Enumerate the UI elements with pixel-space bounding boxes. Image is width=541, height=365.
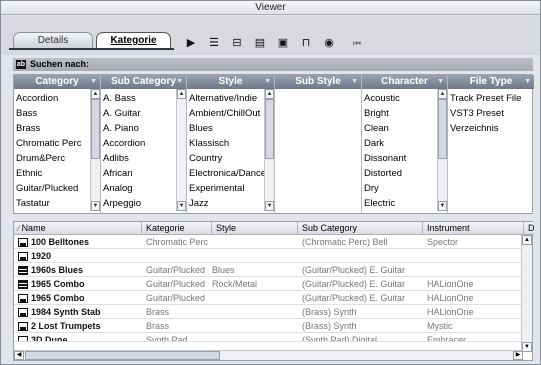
- filter-list-filetype: Track Preset File VST3 Preset Verzeichni…: [448, 91, 524, 136]
- list-item[interactable]: Dissonant: [362, 151, 437, 166]
- column-header-subcategory[interactable]: Sub Category: [298, 222, 423, 235]
- list-item[interactable]: Electronica/Dance: [187, 166, 264, 181]
- play-icon[interactable]: ▶: [183, 36, 199, 50]
- scrollbar[interactable]: ▲ ▼: [264, 89, 274, 211]
- filter-header-substyle[interactable]: Sub Style ▼: [275, 75, 361, 89]
- list-item[interactable]: Verzeichnis: [448, 121, 524, 136]
- list-item[interactable]: Bass: [14, 106, 90, 121]
- list-item[interactable]: Drum&Perc: [14, 151, 90, 166]
- bracket-icon[interactable]: ⊟: [229, 36, 245, 50]
- search-bar[interactable]: ab Suchen nach:: [13, 58, 533, 71]
- toolbar: Details Kategorie ▶ ☰ ⊟ ▤ ▣ ⊓ ◉ ⏮: [1, 16, 540, 55]
- results-vertical-scrollbar[interactable]: ▲ ▼: [521, 235, 532, 352]
- list-item[interactable]: Bright: [362, 106, 437, 121]
- filter-list-category: Accordion Bass Brass Chromatic Perc Drum…: [14, 91, 90, 211]
- tab-kategorie[interactable]: Kategorie: [96, 32, 171, 48]
- synth-icon[interactable]: ▣: [275, 36, 291, 50]
- scrollbar[interactable]: ▲ ▼: [90, 89, 100, 211]
- list-item[interactable]: Brass: [14, 121, 90, 136]
- list-item[interactable]: A. Guitar: [101, 106, 176, 121]
- search-mode-icon[interactable]: ab: [16, 60, 26, 70]
- list-item[interactable]: A. Piano: [101, 121, 176, 136]
- list-item[interactable]: Guitar/Plucked: [14, 181, 90, 196]
- list-item[interactable]: Ambient/ChillOut: [187, 106, 264, 121]
- list-item[interactable]: Arpeggio: [101, 196, 176, 211]
- media-icon[interactable]: ◉: [321, 36, 337, 50]
- list-item[interactable]: Accordion: [101, 136, 176, 151]
- filter-icon[interactable]: ☰: [206, 36, 222, 50]
- column-header-category[interactable]: Kategorie: [142, 222, 212, 235]
- filter-column-substyle: Sub Style ▼: [275, 75, 362, 213]
- list-item[interactable]: Ethnic: [14, 166, 90, 181]
- list-item[interactable]: Clean: [362, 121, 437, 136]
- filter-header-character[interactable]: Character ▼: [362, 75, 447, 89]
- column-header-d[interactable]: D: [524, 222, 534, 235]
- filter-column-style: Style ▼ Alternative/Indie Ambient/ChillOu…: [187, 75, 275, 213]
- table-row[interactable]: 1965 Combo Guitar/Plucked Rock/Metal (Gu…: [14, 278, 522, 291]
- column-header-instrument[interactable]: Instrument: [423, 222, 524, 235]
- table-row[interactable]: 1920: [14, 250, 522, 263]
- table-row[interactable]: 1965 Combo Guitar/Plucked (Guitar/Plucke…: [14, 292, 522, 305]
- filter-panel: Category ▼ Accordion Bass Brass Chromatic…: [13, 74, 534, 214]
- column-header-style[interactable]: Style: [212, 222, 298, 235]
- tab-underline: [9, 48, 174, 50]
- list-item[interactable]: Electric: [362, 196, 437, 211]
- list-icon[interactable]: ▤: [252, 36, 268, 50]
- list-item[interactable]: Tastatur: [14, 196, 90, 211]
- window-title: Viewer: [1, 1, 540, 15]
- table-header: ⁄ Name Kategorie Style Sub Category Inst…: [14, 222, 534, 235]
- filter-header-style[interactable]: Style ▼: [187, 75, 274, 89]
- list-item[interactable]: Chromatic Perc: [14, 136, 90, 151]
- column-header-name[interactable]: ⁄ Name: [14, 222, 142, 235]
- scrollbar[interactable]: ▲ ▼: [176, 89, 186, 211]
- filter-column-subcategory: Sub Category ▼ A. Bass A. Guitar A. Piano…: [101, 75, 187, 213]
- list-item[interactable]: A. Bass: [101, 91, 176, 106]
- filter-list-subcategory: A. Bass A. Guitar A. Piano Accordion Adl…: [101, 91, 176, 211]
- table-row[interactable]: 2 Lost Trumpets Brass (Brass) Synth Myst…: [14, 320, 522, 333]
- list-item[interactable]: Dark: [362, 136, 437, 151]
- scrollbar[interactable]: ▲ ▼: [437, 89, 447, 211]
- results-horizontal-scrollbar[interactable]: ◀ ▶: [14, 350, 523, 360]
- rewind-icon[interactable]: ⏮: [349, 36, 365, 50]
- search-label: Suchen nach:: [30, 59, 90, 69]
- tab-details[interactable]: Details: [13, 32, 93, 48]
- list-item[interactable]: Dry: [362, 181, 437, 196]
- list-item[interactable]: African: [101, 166, 176, 181]
- list-item[interactable]: Jazz: [187, 196, 264, 211]
- table-row[interactable]: 3D Dune Synth Pad (Synth Pad) Digital Em…: [14, 334, 522, 342]
- table-row[interactable]: 1960s Blues Guitar/Plucked Blues (Guitar…: [14, 264, 522, 277]
- list-item[interactable]: Distorted: [362, 166, 437, 181]
- list-item[interactable]: Adlibs: [101, 151, 176, 166]
- table-row[interactable]: 100 Belltones Chromatic Perc (Chromatic …: [14, 236, 522, 249]
- list-item[interactable]: Experimental: [187, 181, 264, 196]
- list-item[interactable]: Country: [187, 151, 264, 166]
- list-item[interactable]: Track Preset File: [448, 91, 524, 106]
- filter-header-subcategory[interactable]: Sub Category ▼: [101, 75, 186, 89]
- filter-list-character: Acoustic Bright Clean Dark Dissonant Dis…: [362, 91, 437, 211]
- list-item[interactable]: Analog: [101, 181, 176, 196]
- table-row[interactable]: 1984 Synth Stab Brass (Brass) Synth HALi…: [14, 306, 522, 319]
- filter-header-filetype[interactable]: File Type ▼: [448, 75, 534, 89]
- results-table: ⁄ Name Kategorie Style Sub Category Inst…: [13, 221, 534, 361]
- list-item[interactable]: Klassisch: [187, 136, 264, 151]
- list-item[interactable]: Accordion: [14, 91, 90, 106]
- list-item[interactable]: VST3 Preset: [448, 106, 524, 121]
- filter-list-style: Alternative/Indie Ambient/ChillOut Blues…: [187, 91, 264, 211]
- filter-column-character: Character ▼ Acoustic Bright Clean Dark Di…: [362, 75, 448, 213]
- filter-column-category: Category ▼ Accordion Bass Brass Chromatic…: [14, 75, 101, 213]
- list-item[interactable]: Blues: [187, 121, 264, 136]
- filter-header-category[interactable]: Category ▼: [14, 75, 100, 89]
- viewer-window: Viewer Details Kategorie ▶ ☰ ⊟ ▤ ▣ ⊓ ◉ ⏮…: [0, 0, 541, 365]
- list-item[interactable]: Alternative/Indie: [187, 91, 264, 106]
- filter-column-filetype: File Type ▼ Track Preset File VST3 Preset…: [448, 75, 534, 213]
- columns-icon[interactable]: ⊓: [298, 36, 314, 50]
- list-item[interactable]: Acoustic: [362, 91, 437, 106]
